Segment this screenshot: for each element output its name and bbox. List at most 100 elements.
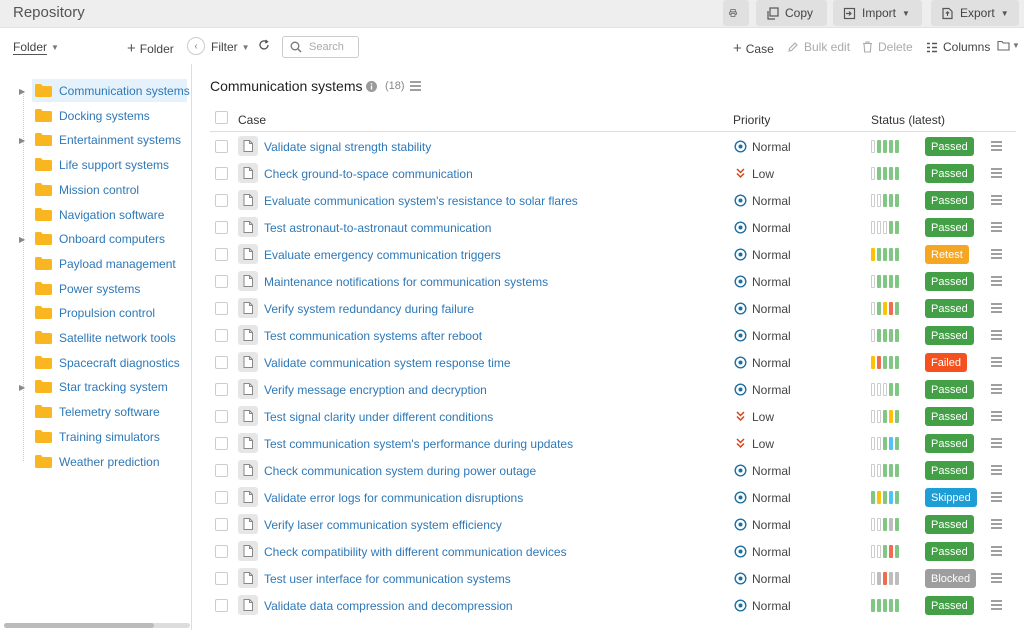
case-title-link[interactable]: Test communication system's performance …	[264, 437, 573, 451]
expand-arrow-icon[interactable]: ▶	[19, 383, 25, 392]
sidebar-scrollbar[interactable]	[4, 623, 190, 628]
folder-dropdown[interactable]: Folder ▼	[13, 40, 59, 55]
case-title-link[interactable]: Evaluate emergency communication trigger…	[264, 248, 501, 262]
row-checkbox[interactable]	[215, 329, 228, 342]
expand-arrow-icon[interactable]: ▶	[19, 136, 25, 145]
case-title-link[interactable]: Verify message encryption and decryption	[264, 383, 487, 397]
sidebar-item[interactable]: Satellite network tools	[0, 326, 192, 350]
table-row[interactable]: Verify laser communication system effici…	[210, 511, 1016, 538]
hamburger-menu-icon[interactable]	[991, 357, 1002, 367]
hamburger-menu-icon[interactable]	[991, 438, 1002, 448]
hamburger-menu-icon[interactable]	[991, 492, 1002, 502]
row-checkbox[interactable]	[215, 356, 228, 369]
hamburger-menu-icon[interactable]	[991, 168, 1002, 178]
info-icon[interactable]	[366, 81, 377, 92]
case-title-link[interactable]: Check compatibility with different commu…	[264, 545, 567, 559]
case-title-link[interactable]: Validate communication system response t…	[264, 356, 511, 370]
row-checkbox[interactable]	[215, 491, 228, 504]
case-title-link[interactable]: Check communication system during power …	[264, 464, 536, 478]
sidebar-item[interactable]: Navigation software	[0, 203, 192, 227]
hamburger-menu-icon[interactable]	[991, 546, 1002, 556]
hamburger-menu-icon[interactable]	[991, 303, 1002, 313]
select-all-checkbox[interactable]	[215, 111, 228, 124]
row-checkbox[interactable]	[215, 545, 228, 558]
row-checkbox[interactable]	[215, 410, 228, 423]
import-button[interactable]: Import ▼	[833, 0, 922, 26]
row-checkbox[interactable]	[215, 383, 228, 396]
hamburger-menu-icon[interactable]	[991, 222, 1002, 232]
table-row[interactable]: Evaluate emergency communication trigger…	[210, 241, 1016, 268]
filter-dropdown[interactable]: Filter ▼	[211, 40, 250, 54]
row-checkbox[interactable]	[215, 572, 228, 585]
row-checkbox[interactable]	[215, 599, 228, 612]
column-header-case[interactable]: Case	[238, 113, 266, 127]
sidebar-item[interactable]: Payload management	[0, 252, 192, 276]
row-checkbox[interactable]	[215, 221, 228, 234]
table-row[interactable]: Verify message encryption and decryption…	[210, 376, 1016, 403]
columns-button[interactable]: Columns	[926, 40, 990, 54]
sidebar-item[interactable]: Propulsion control	[0, 301, 192, 325]
hamburger-menu-icon[interactable]	[991, 519, 1002, 529]
row-checkbox[interactable]	[215, 437, 228, 450]
table-row[interactable]: Test astronaut-to-astronaut communicatio…	[210, 214, 1016, 241]
table-row[interactable]: Evaluate communication system's resistan…	[210, 187, 1016, 214]
table-row[interactable]: Validate signal strength stability Normal…	[210, 133, 1016, 160]
add-case-button[interactable]: + Case	[733, 40, 774, 57]
sidebar-item[interactable]: Training simulators	[0, 425, 192, 449]
sidebar-item[interactable]: ▶ Onboard computers	[0, 227, 192, 251]
case-title-link[interactable]: Validate signal strength stability	[264, 140, 431, 154]
case-title-link[interactable]: Test astronaut-to-astronaut communicatio…	[264, 221, 491, 235]
table-row[interactable]: Validate data compression and decompress…	[210, 592, 1016, 619]
case-title-link[interactable]: Evaluate communication system's resistan…	[264, 194, 578, 208]
search-input[interactable]	[307, 40, 357, 54]
table-row[interactable]: Validate communication system response t…	[210, 349, 1016, 376]
row-checkbox[interactable]	[215, 140, 228, 153]
row-checkbox[interactable]	[215, 275, 228, 288]
hamburger-menu-icon[interactable]	[410, 81, 421, 91]
table-row[interactable]: Validate error logs for communication di…	[210, 484, 1016, 511]
sidebar-item[interactable]: Weather prediction	[0, 450, 192, 474]
sidebar-item[interactable]: Spacecraft diagnostics	[0, 351, 192, 375]
folder-view-button[interactable]: ▼	[997, 40, 1020, 51]
case-title-link[interactable]: Verify system redundancy during failure	[264, 302, 474, 316]
table-row[interactable]: Check compatibility with different commu…	[210, 538, 1016, 565]
sidebar-item[interactable]: Power systems	[0, 277, 192, 301]
print-button[interactable]	[723, 0, 749, 26]
case-title-link[interactable]: Test user interface for communication sy…	[264, 572, 511, 586]
refresh-button[interactable]	[258, 39, 270, 51]
hamburger-menu-icon[interactable]	[991, 573, 1002, 583]
scrollbar-thumb[interactable]	[4, 623, 154, 628]
table-row[interactable]: Test communication system's performance …	[210, 430, 1016, 457]
case-title-link[interactable]: Test signal clarity under different cond…	[264, 410, 493, 424]
case-title-link[interactable]: Test communication systems after reboot	[264, 329, 482, 343]
row-checkbox[interactable]	[215, 518, 228, 531]
hamburger-menu-icon[interactable]	[991, 384, 1002, 394]
table-row[interactable]: Check ground-to-space communication Low Pa…	[210, 160, 1016, 187]
copy-button[interactable]: Copy	[756, 0, 827, 26]
row-checkbox[interactable]	[215, 248, 228, 261]
hamburger-menu-icon[interactable]	[991, 249, 1002, 259]
search-box[interactable]	[282, 36, 359, 58]
column-header-priority[interactable]: Priority	[733, 113, 770, 127]
sidebar-item[interactable]: ▶ Communication systems	[0, 79, 192, 103]
sidebar-item[interactable]: ▶ Entertainment systems	[0, 128, 192, 152]
hamburger-menu-icon[interactable]	[991, 195, 1002, 205]
hamburger-menu-icon[interactable]	[991, 600, 1002, 610]
case-title-link[interactable]: Maintenance notifications for communicat…	[264, 275, 548, 289]
column-header-status[interactable]: Status (latest)	[871, 113, 945, 127]
delete-button[interactable]: Delete	[862, 40, 913, 54]
bulk-edit-button[interactable]: Bulk edit	[787, 40, 850, 54]
table-row[interactable]: Test communication systems after reboot N…	[210, 322, 1016, 349]
table-row[interactable]: Test signal clarity under different cond…	[210, 403, 1016, 430]
table-row[interactable]: Maintenance notifications for communicat…	[210, 268, 1016, 295]
sidebar-item[interactable]: Life support systems	[0, 153, 192, 177]
hamburger-menu-icon[interactable]	[991, 465, 1002, 475]
table-row[interactable]: Verify system redundancy during failure N…	[210, 295, 1016, 322]
case-title-link[interactable]: Validate error logs for communication di…	[264, 491, 523, 505]
table-row[interactable]: Check communication system during power …	[210, 457, 1016, 484]
hamburger-menu-icon[interactable]	[991, 276, 1002, 286]
row-checkbox[interactable]	[215, 167, 228, 180]
collapse-sidebar-button[interactable]: ‹	[187, 37, 205, 55]
case-title-link[interactable]: Verify laser communication system effici…	[264, 518, 502, 532]
case-title-link[interactable]: Check ground-to-space communication	[264, 167, 473, 181]
